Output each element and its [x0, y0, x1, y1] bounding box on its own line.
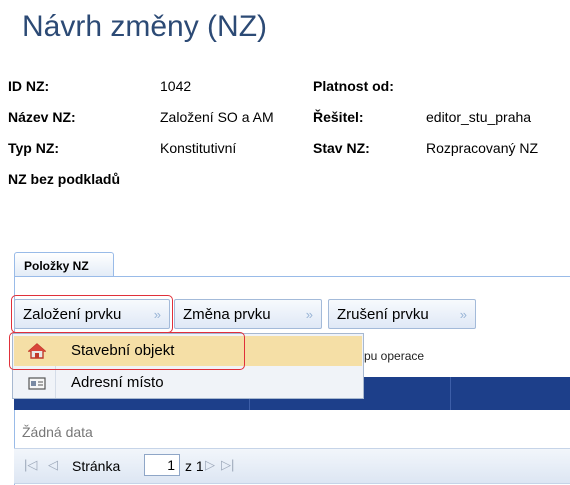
solver-value: editor_stu_praha — [426, 109, 532, 125]
state-label: Stav NZ: — [313, 140, 370, 156]
menu-item-highlight — [9, 332, 245, 370]
id-value: 1042 — [160, 78, 192, 94]
address-card-icon — [28, 377, 46, 390]
next-page-icon[interactable]: ▷ — [205, 457, 215, 473]
page-count-label: z 1 — [185, 458, 204, 474]
pager: |◁ ◁ Stránka 1 z 1 ▷ ▷| — [14, 448, 570, 484]
operation-filter-label: pu operace — [364, 349, 425, 363]
first-page-icon[interactable]: |◁ — [24, 457, 37, 473]
grid-column-operation-type[interactable]: Typ operace — [458, 9, 539, 25]
last-page-icon[interactable]: ▷| — [221, 457, 234, 473]
menu-item-label: Adresní místo — [71, 374, 164, 391]
page-title: Návrh změny (NZ) — [22, 10, 268, 43]
tab-polozky-nz[interactable]: Položky NZ — [14, 252, 114, 276]
type-label: Typ NZ: — [8, 140, 60, 156]
grid-column-divider — [450, 377, 451, 410]
solver-label: Řešitel: — [313, 109, 364, 125]
cancel-element-label: Zrušení prvku — [337, 306, 429, 323]
prev-page-icon[interactable]: ◁ — [48, 457, 58, 473]
menu-item-address-place[interactable]: Adresní místo — [14, 368, 362, 398]
tab-strip-line — [14, 276, 570, 277]
double-chevron-right-icon: » — [305, 307, 313, 322]
page-number-input[interactable]: 1 — [144, 454, 180, 476]
change-element-button[interactable]: Změna prvku » — [174, 299, 322, 329]
double-chevron-right-icon: » — [459, 307, 467, 322]
nobasis-label: NZ bez podkladů — [8, 171, 120, 187]
state-value: Rozpracovaný NZ — [426, 140, 539, 156]
name-label: Název NZ: — [8, 109, 76, 125]
id-label: ID NZ: — [8, 78, 50, 94]
type-value: Konstitutivní — [160, 140, 237, 156]
create-button-highlight — [11, 295, 173, 333]
valid-label: Platnost od: — [313, 78, 394, 94]
change-element-label: Změna prvku — [183, 306, 271, 323]
name-value: Založení SO a AM — [160, 109, 274, 125]
page-label: Stránka — [72, 458, 121, 474]
cancel-element-button[interactable]: Zrušení prvku » — [328, 299, 476, 329]
grid-empty-text: Žádná data — [22, 424, 93, 440]
